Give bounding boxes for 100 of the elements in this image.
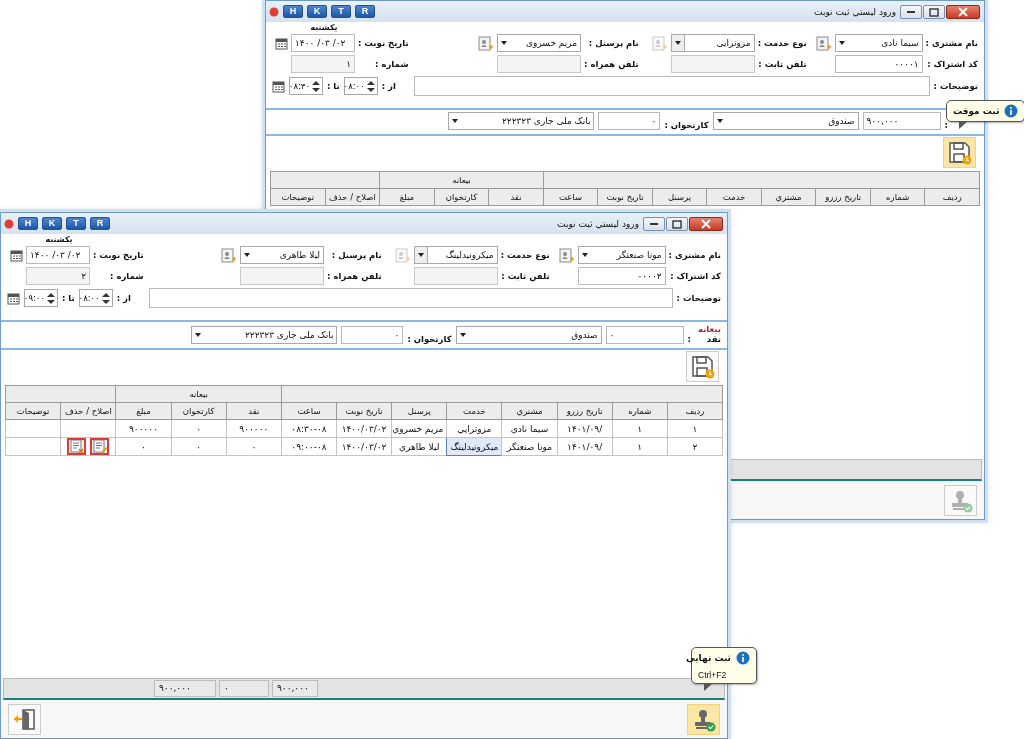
phone-field[interactable] bbox=[413, 267, 498, 285]
from-time-spinner[interactable]: ۰۸:۰۰ bbox=[343, 77, 378, 95]
caret-icon bbox=[194, 331, 203, 339]
minimize-button[interactable] bbox=[643, 216, 665, 231]
fund-dropdown[interactable]: صندوق bbox=[455, 326, 602, 344]
cash-field[interactable]: ۰ bbox=[605, 326, 684, 344]
calendar-icon[interactable] bbox=[7, 291, 20, 305]
fund-dropdown[interactable]: صندوق bbox=[712, 112, 859, 130]
customer-dropdown[interactable]: مونا صنعتگر bbox=[577, 246, 666, 264]
close-button[interactable] bbox=[946, 4, 980, 19]
info-icon bbox=[736, 651, 750, 665]
to-time-spinner[interactable]: ۰۹:۰۰ bbox=[24, 289, 58, 307]
staff-dropdown[interactable]: مریم خسروی bbox=[497, 34, 582, 52]
table-cell: ۰ bbox=[226, 437, 282, 456]
calendar-icon[interactable] bbox=[272, 79, 285, 93]
caret-icon bbox=[243, 251, 252, 259]
edit-button[interactable] bbox=[90, 438, 110, 455]
bank-dropdown[interactable]: بانک ملی جاری ۲۲۲۳۲۳ bbox=[448, 112, 595, 130]
date-label: تاریخ نوبت : bbox=[93, 250, 144, 260]
service-dropdown[interactable]: میکرونیدلینگ bbox=[413, 246, 498, 264]
bank-dropdown[interactable]: بانک ملی جاری ۲۲۲۳۲۳ bbox=[191, 326, 338, 344]
card-reader-field[interactable]: ۰ bbox=[598, 112, 661, 130]
staff-label: نام پرسنل : bbox=[587, 38, 639, 48]
weekday-label: یکشنبه bbox=[44, 235, 74, 246]
save-button[interactable] bbox=[943, 137, 976, 168]
date-field[interactable]: ۱۴۰۰ /۰۳ /۰۲ bbox=[26, 246, 90, 264]
document-x-icon bbox=[68, 438, 85, 455]
door-exit-icon bbox=[12, 707, 37, 731]
subscription-field[interactable]: ۰۰۰۰۱ bbox=[834, 55, 923, 73]
person-card-icon[interactable] bbox=[478, 35, 495, 51]
spinner-arrows-icon bbox=[365, 79, 376, 93]
toolbar-button[interactable]: H bbox=[18, 217, 38, 230]
minimize-icon bbox=[650, 222, 658, 225]
customer-label: نام مشتری : bbox=[668, 250, 721, 260]
floppy-clock-icon bbox=[947, 140, 972, 165]
total-field: ۹۰۰,۰۰۰ bbox=[154, 680, 216, 697]
caret-icon bbox=[416, 251, 425, 259]
notes-field[interactable] bbox=[148, 288, 673, 308]
calendar-icon[interactable] bbox=[10, 248, 23, 262]
delete-button[interactable] bbox=[67, 438, 87, 455]
table-cell: ۰۸:۳۰-۰۸ bbox=[281, 419, 337, 438]
subscription-label: کد اشتراک : bbox=[926, 59, 978, 69]
toolbar-button[interactable]: R bbox=[355, 5, 375, 18]
from-label: از : bbox=[116, 293, 131, 303]
date-field[interactable]: ۱۴۰۰ /۰۳ /۰۲ bbox=[291, 34, 355, 52]
toolbar-button[interactable]: K bbox=[42, 217, 62, 230]
caret-icon bbox=[837, 39, 846, 47]
calendar-icon[interactable] bbox=[275, 36, 288, 50]
cash-field[interactable]: ۹۰۰,۰۰۰ bbox=[862, 112, 941, 130]
person-card-icon[interactable] bbox=[815, 35, 832, 51]
minimize-button[interactable] bbox=[900, 4, 922, 19]
person-card-icon[interactable] bbox=[221, 247, 238, 263]
to-time-spinner[interactable]: ۰۸:۳۰ bbox=[289, 77, 323, 95]
number-field[interactable]: ۲ bbox=[26, 267, 90, 285]
finalize-button[interactable] bbox=[687, 703, 720, 735]
service-dropdown[interactable]: مزوترایی bbox=[670, 34, 755, 52]
service-label: نوع خدمت : bbox=[757, 38, 807, 48]
column-group-header: بیعانه bbox=[115, 385, 282, 403]
toolbar-button[interactable]: T bbox=[331, 5, 351, 18]
document-pencil-icon bbox=[91, 438, 108, 455]
minimize-icon bbox=[907, 10, 915, 13]
card-reader-field[interactable]: ۰ bbox=[341, 326, 404, 344]
mobile-field[interactable] bbox=[497, 55, 582, 73]
exit-button[interactable] bbox=[8, 703, 41, 735]
staff-label: نام پرسنل : bbox=[330, 250, 382, 260]
number-field[interactable]: ۱ bbox=[291, 55, 355, 73]
cash-label: نقد bbox=[705, 334, 721, 344]
customer-dropdown[interactable]: سیما نادی bbox=[834, 34, 923, 52]
caret-icon bbox=[451, 117, 460, 125]
total-field: ۰ bbox=[219, 680, 269, 697]
maximize-button[interactable] bbox=[923, 4, 945, 19]
table-cell: مریم خسروي bbox=[391, 419, 447, 438]
staff-dropdown[interactable]: لیلا طاهری bbox=[240, 246, 325, 264]
colon-label: : bbox=[944, 120, 948, 130]
toolbar-button[interactable]: R bbox=[90, 217, 110, 230]
phone-field[interactable] bbox=[670, 55, 755, 73]
to-label: تا : bbox=[62, 293, 75, 303]
subscription-field[interactable]: ۰۰۰۰۲ bbox=[577, 267, 666, 285]
spinner-arrows-icon bbox=[100, 291, 111, 305]
from-time-spinner[interactable]: ۰۸:۰۰ bbox=[78, 289, 113, 307]
toolbar-button[interactable]: H bbox=[283, 5, 303, 18]
table-cell: ۲ bbox=[667, 437, 723, 456]
table-cell: ۱۴۰۱/۰۹/ bbox=[557, 419, 613, 438]
toolbar-button[interactable]: K bbox=[307, 5, 327, 18]
person-card-icon[interactable] bbox=[558, 247, 575, 263]
subscription-label: کد اشتراک : bbox=[669, 271, 721, 281]
weekday-label: یکشنبه bbox=[309, 23, 339, 34]
table-cell: ۱ bbox=[612, 419, 668, 438]
column-group-header: بیعانه bbox=[379, 171, 544, 189]
notes-label: توضیحات : bbox=[933, 81, 978, 91]
notes-label: توضیحات : bbox=[676, 293, 721, 303]
notes-field[interactable] bbox=[413, 76, 930, 96]
from-label: از : bbox=[381, 81, 396, 91]
mobile-field[interactable] bbox=[240, 267, 325, 285]
table-cell[interactable]: مزوتراپي bbox=[446, 419, 502, 438]
save-button[interactable] bbox=[686, 351, 719, 382]
close-button[interactable] bbox=[689, 216, 723, 231]
maximize-button[interactable] bbox=[666, 216, 688, 231]
mobile-label: تلفن همراه : bbox=[584, 59, 639, 69]
toolbar-button[interactable]: T bbox=[66, 217, 86, 230]
